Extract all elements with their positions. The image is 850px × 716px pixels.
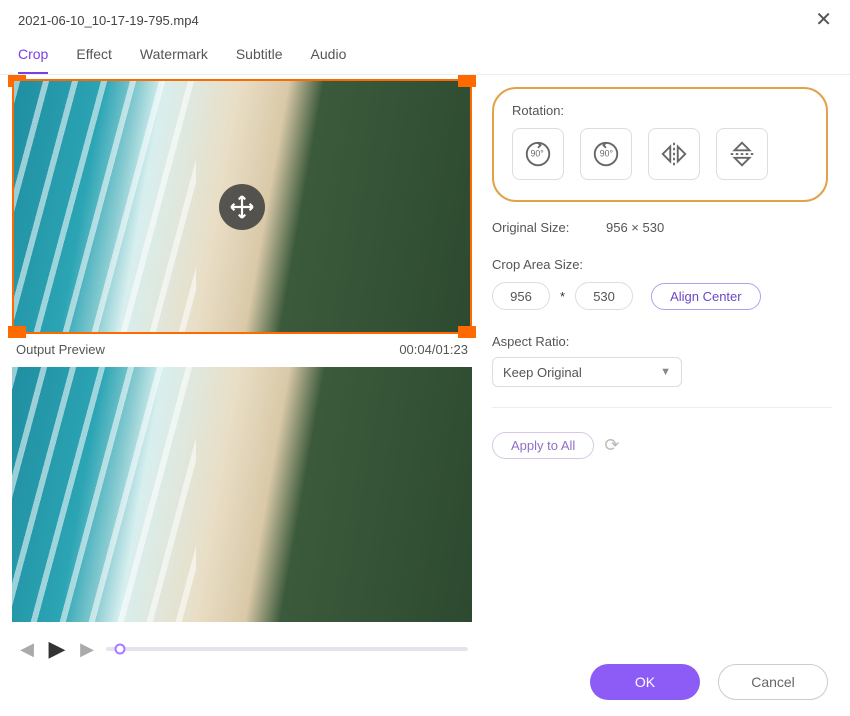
original-size-value: 956 × 530 bbox=[606, 220, 664, 235]
cancel-button[interactable]: Cancel bbox=[718, 664, 828, 700]
crop-height-input[interactable] bbox=[575, 282, 633, 310]
seek-knob[interactable] bbox=[115, 644, 126, 655]
close-icon[interactable]: ✕ bbox=[815, 10, 832, 30]
svg-text:90°: 90° bbox=[531, 149, 544, 159]
crop-multiply: * bbox=[560, 289, 565, 304]
tab-watermark[interactable]: Watermark bbox=[140, 46, 208, 74]
output-preview-bottom bbox=[12, 367, 472, 622]
output-preview-label: Output Preview bbox=[16, 342, 105, 357]
tab-effect[interactable]: Effect bbox=[76, 46, 112, 74]
crop-area-label: Crop Area Size: bbox=[492, 257, 592, 272]
svg-text:90°: 90° bbox=[600, 149, 613, 159]
tab-crop[interactable]: Crop bbox=[18, 46, 48, 74]
aspect-ratio-value: Keep Original bbox=[503, 365, 582, 380]
tab-audio[interactable]: Audio bbox=[311, 46, 347, 74]
apply-to-all-button[interactable]: Apply to All bbox=[492, 432, 594, 459]
time-readout: 00:04/01:23 bbox=[399, 342, 468, 357]
original-size-label: Original Size: bbox=[492, 220, 592, 235]
aspect-ratio-label: Aspect Ratio: bbox=[492, 334, 592, 349]
ok-button[interactable]: OK bbox=[590, 664, 700, 700]
move-handle-icon[interactable] bbox=[219, 184, 265, 230]
flip-horizontal-icon[interactable] bbox=[648, 128, 700, 180]
rotate-ccw-90-icon[interactable]: 90° bbox=[580, 128, 632, 180]
align-center-button[interactable]: Align Center bbox=[651, 283, 761, 310]
tab-subtitle[interactable]: Subtitle bbox=[236, 46, 283, 74]
crop-width-input[interactable] bbox=[492, 282, 550, 310]
rotation-panel: Rotation: 90° 90° bbox=[492, 87, 828, 202]
flip-vertical-icon[interactable] bbox=[716, 128, 768, 180]
reset-icon[interactable]: ⟳ bbox=[604, 435, 619, 456]
aspect-ratio-select[interactable]: Keep Original ▼ bbox=[492, 357, 682, 387]
file-title: 2021-06-10_10-17-19-795.mp4 bbox=[18, 13, 199, 28]
prev-frame-icon[interactable]: ◀ bbox=[16, 639, 38, 660]
play-icon[interactable]: ▶ bbox=[46, 636, 68, 662]
rotation-label: Rotation: bbox=[512, 103, 808, 118]
seek-track[interactable] bbox=[106, 647, 468, 651]
video-frame-bottom bbox=[12, 367, 472, 622]
rotate-cw-90-icon[interactable]: 90° bbox=[512, 128, 564, 180]
tab-bar: Crop Effect Watermark Subtitle Audio bbox=[0, 36, 850, 75]
crop-preview-top[interactable] bbox=[12, 79, 472, 334]
next-frame-icon[interactable]: ▶ bbox=[76, 639, 98, 660]
chevron-down-icon: ▼ bbox=[660, 366, 671, 378]
